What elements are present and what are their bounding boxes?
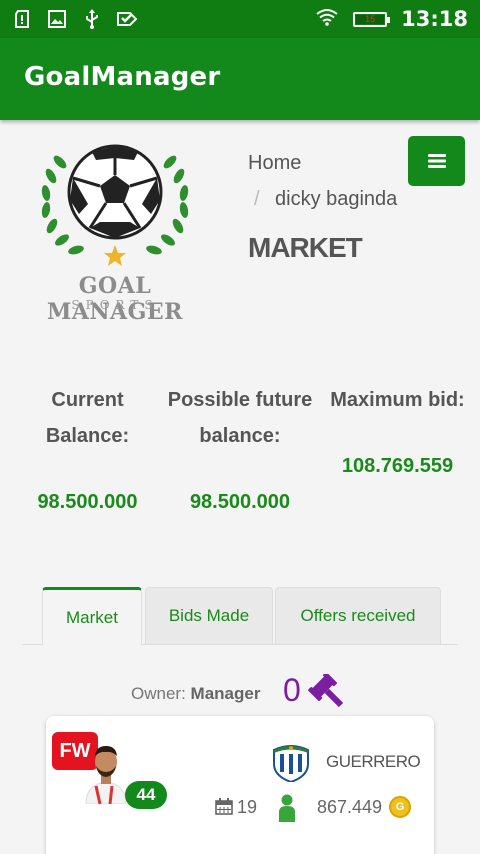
soccer-ball-laurel-icon xyxy=(41,144,189,266)
hamburger-icon xyxy=(427,154,446,168)
check-icon xyxy=(117,9,137,29)
future-balance-value: 98.500.000 xyxy=(189,491,291,513)
club-crest-icon xyxy=(273,745,309,782)
future-balance-label: Possible future balance: xyxy=(167,389,313,447)
current-balance-label: Current Balance: xyxy=(45,389,130,447)
battery-icon: 15 xyxy=(353,11,391,27)
tab-market[interactable]: Market xyxy=(42,587,142,645)
page-title: MARKET xyxy=(248,232,363,263)
calendar-icon xyxy=(215,798,233,815)
menu-button[interactable] xyxy=(408,136,465,186)
player-photo xyxy=(85,746,127,804)
breadcrumb-home-link[interactable]: Home xyxy=(248,152,301,175)
sd-card-icon xyxy=(12,9,32,29)
coin-icon: G xyxy=(389,796,411,818)
image-icon xyxy=(47,9,67,29)
player-card[interactable]: FW 44 GUERRERO 19 867.449 G xyxy=(46,716,434,854)
market-tabs: Market Bids Made Offers received xyxy=(22,587,458,645)
maximum-bid: Maximum bid: 108.769.559 xyxy=(325,382,470,484)
status-bar: 15 13:18 xyxy=(0,0,480,38)
tab-offers-received[interactable]: Offers received xyxy=(275,587,441,644)
player-rating: 44 xyxy=(125,781,167,809)
logo-subtitle: SPORTS xyxy=(71,298,159,312)
battery-level: 15 xyxy=(356,14,385,24)
current-balance-value: 98.500.000 xyxy=(37,491,138,513)
owner-name: Manager xyxy=(190,684,261,703)
wifi-icon xyxy=(315,8,339,31)
player-price: 867.449 xyxy=(317,797,383,817)
future-balance: Possible future balance: 98.500.000 xyxy=(165,382,315,520)
owner-line: Owner: Manager xyxy=(131,684,260,704)
usb-icon xyxy=(82,9,102,29)
goal-manager-logo: GOAL MANAGER SPORTS xyxy=(30,130,200,325)
maximum-bid-label: Maximum bid: xyxy=(330,389,465,411)
owner-label: Owner: xyxy=(131,684,186,703)
player-name: GUERRERO xyxy=(326,752,421,771)
tab-bids-made[interactable]: Bids Made xyxy=(145,587,273,644)
app-bar: GoalManager xyxy=(0,38,480,120)
breadcrumb-current: dicky baginda xyxy=(275,188,398,210)
maximum-bid-value: 108.769.559 xyxy=(341,455,454,477)
breadcrumb-separator: / xyxy=(254,188,260,210)
current-balance: Current Balance: 98.500.000 xyxy=(20,382,155,520)
person-icon xyxy=(279,794,295,822)
status-clock: 13:18 xyxy=(401,7,468,31)
app-title: GoalManager xyxy=(24,62,221,92)
player-age: 19 xyxy=(237,797,258,817)
gavel-icon[interactable] xyxy=(308,672,344,708)
bid-count: 0 xyxy=(283,672,301,708)
